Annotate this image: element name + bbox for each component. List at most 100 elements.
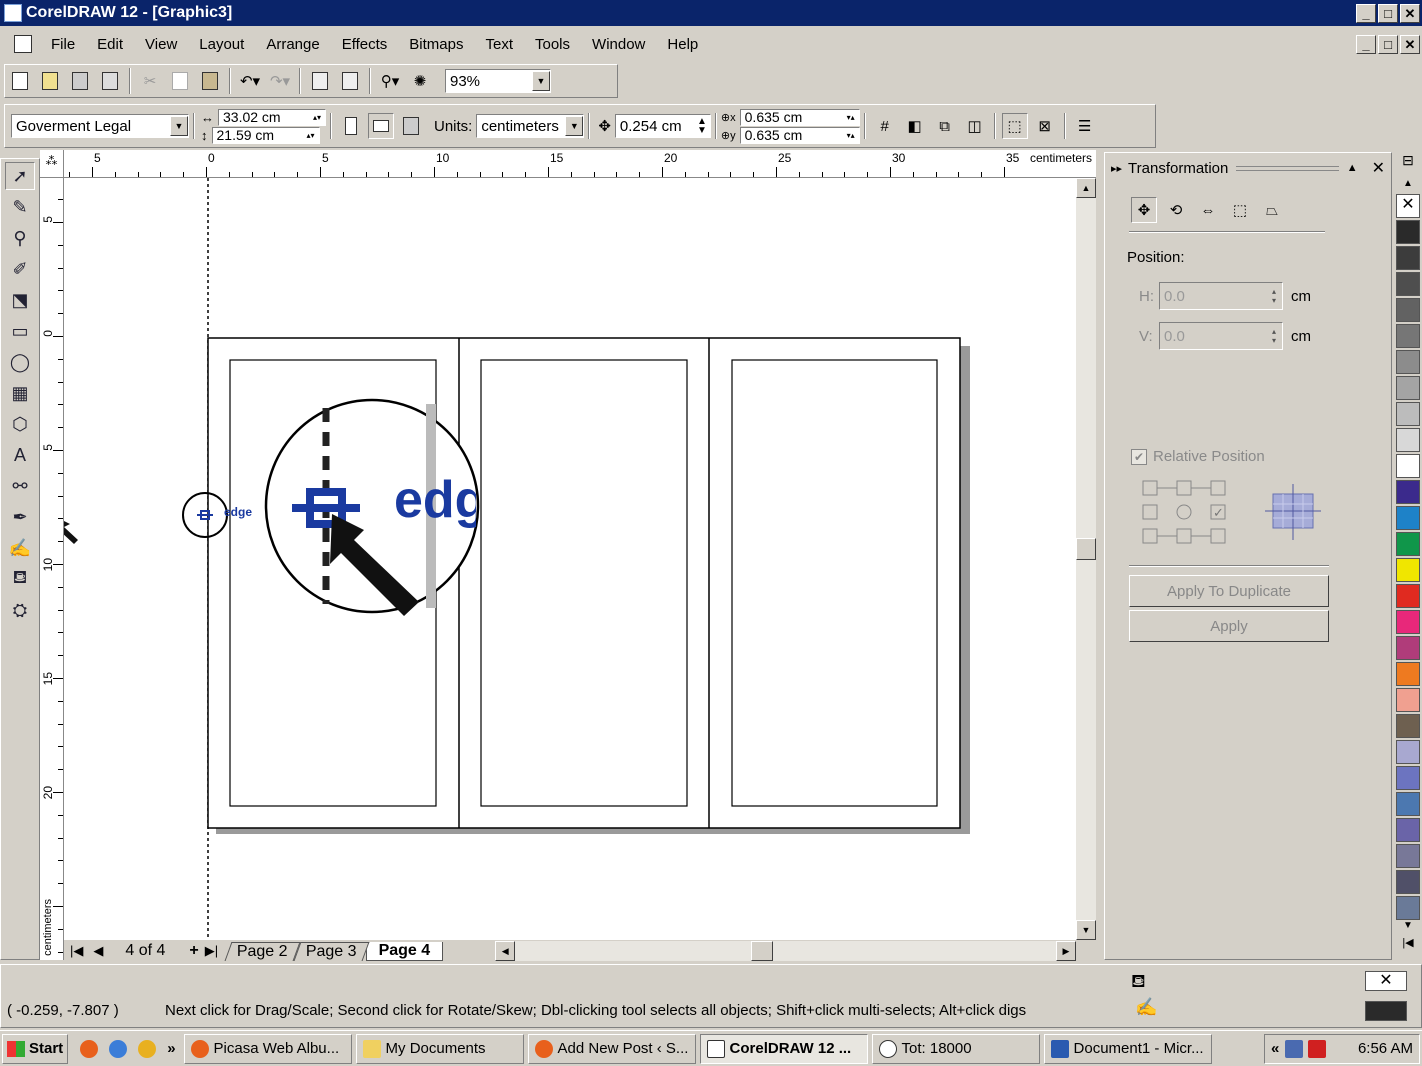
task-word[interactable]: Document1 - Micr... — [1043, 1033, 1212, 1064]
horizontal-scroll-thumb[interactable] — [751, 941, 774, 961]
application-launcher-icon[interactable]: ⚲▾ — [377, 68, 403, 94]
previous-page-icon[interactable]: ◀ — [93, 943, 103, 959]
relative-position-checkbox[interactable]: ✔ — [1131, 448, 1147, 465]
close-button[interactable]: ✕ — [1400, 3, 1420, 23]
menu-effects[interactable]: Effects — [331, 36, 399, 53]
color-swatch[interactable] — [1396, 350, 1420, 374]
print-icon[interactable] — [97, 68, 123, 94]
shape-tool-icon[interactable]: ✎ — [5, 193, 35, 221]
palette-scroll-up-icon[interactable]: ▲ — [1394, 178, 1422, 192]
acrobat-icon[interactable] — [1308, 1039, 1327, 1058]
menu-layout[interactable]: Layout — [188, 36, 255, 53]
color-swatch[interactable] — [1396, 792, 1420, 816]
task-my-documents[interactable]: My Documents — [355, 1033, 524, 1064]
color-swatch[interactable] — [1396, 324, 1420, 348]
docker-expand-icon[interactable]: ▸▸ — [1111, 162, 1122, 175]
rotate-tab-icon[interactable]: ⟲ — [1163, 197, 1189, 223]
new-icon[interactable] — [7, 68, 33, 94]
tab-page-3[interactable]: Page 3 — [293, 941, 370, 961]
color-swatch[interactable] — [1396, 272, 1420, 296]
color-swatch[interactable] — [1396, 532, 1420, 556]
menu-view[interactable]: View — [134, 36, 188, 53]
portrait-icon[interactable] — [338, 113, 364, 139]
color-swatch[interactable] — [1396, 376, 1420, 400]
fill-tool-icon[interactable]: ⛾ — [5, 565, 35, 593]
spinner-icon[interactable]: ▴▾ — [309, 113, 325, 122]
paste-icon[interactable] — [197, 68, 223, 94]
color-swatch[interactable] — [1396, 428, 1420, 452]
snap-to-guidelines-icon[interactable]: ◧ — [902, 113, 928, 139]
vertical-ruler[interactable]: centimeters 5 0 5 10 15 20 — [40, 178, 64, 960]
add-page-icon[interactable]: + — [189, 942, 198, 960]
options-icon[interactable]: ☰ — [1072, 113, 1098, 139]
doc-restore-button[interactable]: □ — [1378, 34, 1398, 54]
v-position-field[interactable]: 0.0 ▴ ▾ — [1159, 322, 1283, 350]
spinner-icon[interactable]: ▲ ▼ — [694, 117, 710, 136]
h-position-field[interactable]: 0.0 ▴ ▾ — [1159, 282, 1283, 310]
graph-paper-tool-icon[interactable]: ▦ — [5, 379, 35, 407]
tab-page-2[interactable]: Page 2 — [224, 941, 301, 961]
units-dropdown[interactable]: centimeters ▼ — [476, 114, 585, 138]
scroll-up-icon[interactable]: ▲ — [1076, 178, 1096, 198]
export-icon[interactable] — [337, 68, 363, 94]
color-swatch[interactable] — [1396, 740, 1420, 764]
size-tab-icon[interactable]: ⬚ — [1227, 197, 1253, 223]
basic-shapes-tool-icon[interactable]: ⬡ — [5, 410, 35, 438]
horizontal-scrollbar[interactable]: ◀ ▶ — [495, 941, 1076, 961]
docker-collapse-icon[interactable]: ▲ — [1347, 162, 1358, 174]
color-swatch[interactable] — [1396, 662, 1420, 686]
color-swatch[interactable] — [1396, 818, 1420, 842]
page-height-field[interactable]: 21.59 cm ▴▾ — [211, 126, 320, 144]
apply-button[interactable]: Apply — [1129, 610, 1329, 642]
draw-as-filled-icon[interactable]: ⊠ — [1032, 113, 1058, 139]
maximize-button[interactable]: □ — [1378, 3, 1398, 23]
menu-bitmaps[interactable]: Bitmaps — [398, 36, 474, 53]
menu-edit[interactable]: Edit — [86, 36, 134, 53]
landscape-icon[interactable] — [368, 113, 394, 139]
snap-to-objects-icon[interactable]: ⧉ — [932, 113, 958, 139]
menu-text[interactable]: Text — [474, 36, 524, 53]
color-swatch[interactable] — [1396, 610, 1420, 634]
undo-icon[interactable]: ↶▾ — [237, 68, 263, 94]
task-add-new-post[interactable]: Add New Post ‹ S... — [527, 1033, 696, 1064]
task-coreldraw[interactable]: CorelDRAW 12 ... — [699, 1033, 868, 1064]
document-icon[interactable] — [14, 35, 32, 53]
quicklaunch-more[interactable]: » — [167, 1040, 175, 1057]
cut-icon[interactable]: ✂ — [137, 68, 163, 94]
menu-tools[interactable]: Tools — [524, 36, 581, 53]
outline-tool-icon[interactable]: ✍ — [5, 534, 35, 562]
palette-expand-icon[interactable]: |◀ — [1394, 936, 1422, 952]
spinner-icon[interactable]: ▴▾ — [303, 131, 319, 140]
spinner-icon[interactable]: ▾▴ — [843, 113, 859, 122]
corel-online-icon[interactable]: ✺ — [407, 68, 433, 94]
minimize-button[interactable]: _ — [1356, 3, 1376, 23]
anchor-grid[interactable]: ✓ — [1141, 479, 1229, 545]
color-swatch[interactable] — [1396, 636, 1420, 660]
treat-as-filled-icon[interactable]: ⬚ — [1001, 113, 1028, 139]
menu-arrange[interactable]: Arrange — [255, 36, 330, 53]
docker-close-icon[interactable]: ✕ — [1372, 158, 1385, 178]
ellipse-tool-icon[interactable]: ◯ — [5, 348, 35, 376]
zoom-level-dropdown[interactable]: 93% ▼ — [445, 69, 551, 93]
color-swatch[interactable] — [1396, 506, 1420, 530]
menu-window[interactable]: Window — [581, 36, 656, 53]
doc-minimize-button[interactable]: _ — [1356, 34, 1376, 54]
vertical-scrollbar[interactable]: ▲ ▼ — [1076, 178, 1096, 940]
text-tool-icon[interactable]: A — [5, 441, 35, 469]
fill-swatch[interactable]: ✕ — [1365, 971, 1407, 991]
firefox-quicklaunch-icon[interactable] — [80, 1039, 99, 1058]
dynamic-guides-icon[interactable]: ◫ — [962, 113, 988, 139]
duplicate-y-field[interactable]: 0.635 cm ▾▴ — [739, 126, 860, 144]
snap-to-grid-icon[interactable]: # — [872, 113, 898, 139]
color-swatch[interactable] — [1396, 714, 1420, 738]
apply-to-duplicate-button[interactable]: Apply To Duplicate — [1129, 575, 1329, 607]
color-swatch[interactable] — [1396, 870, 1420, 894]
color-swatch[interactable] — [1396, 844, 1420, 868]
color-swatch[interactable] — [1396, 298, 1420, 322]
color-swatch[interactable] — [1396, 688, 1420, 712]
scroll-right-icon[interactable]: ▶ — [1056, 941, 1076, 961]
menu-help[interactable]: Help — [656, 36, 709, 53]
save-icon[interactable] — [67, 68, 93, 94]
nudge-field[interactable]: 0.254 cm ▲ ▼ — [614, 114, 711, 138]
color-swatch[interactable] — [1396, 220, 1420, 244]
